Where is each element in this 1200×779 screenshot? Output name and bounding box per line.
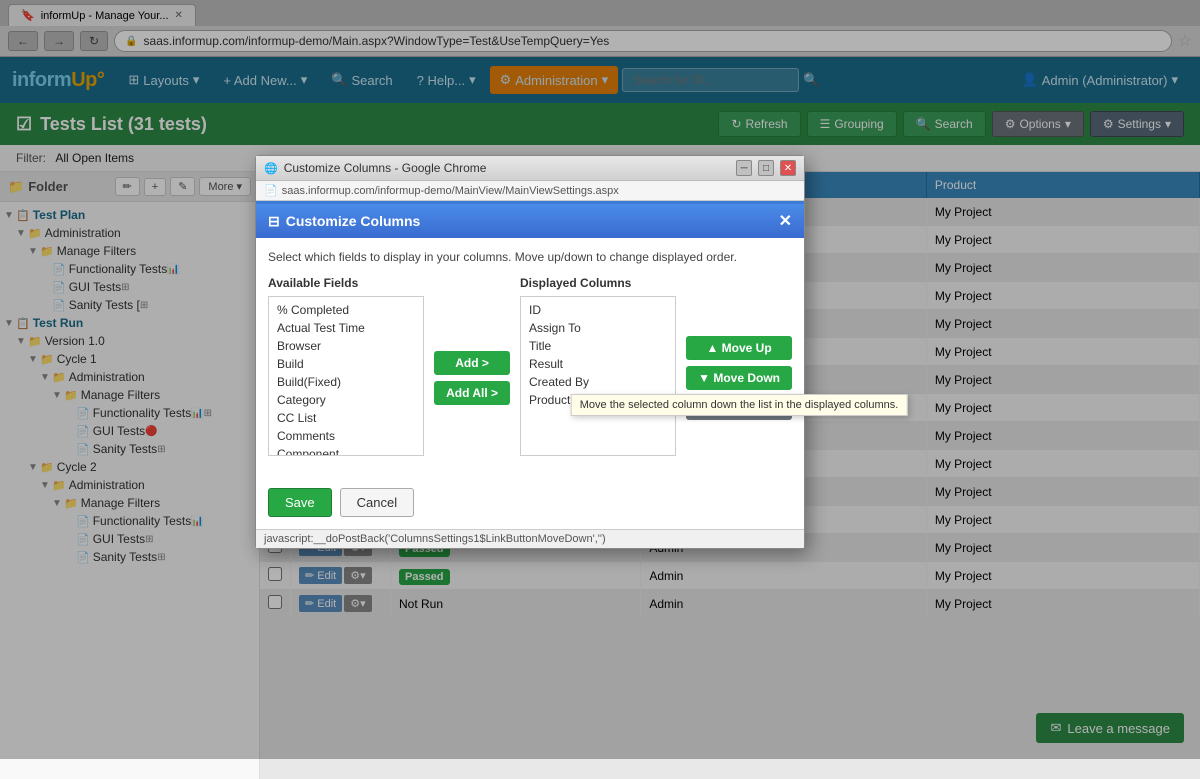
modal-close-chrome-btn[interactable]: ✕ xyxy=(780,160,796,176)
modal-overlay: 🌐 Customize Columns - Google Chrome ─ □ … xyxy=(0,0,1200,759)
available-fields-section: Available Fields % Completed Actual Test… xyxy=(268,276,424,456)
move-down-tooltip: Move the selected column down the list i… xyxy=(571,394,908,416)
customize-columns-modal: 🌐 Customize Columns - Google Chrome ─ □ … xyxy=(255,155,805,549)
modal-body: Select which fields to display in your c… xyxy=(256,238,804,480)
add-button[interactable]: Add > xyxy=(434,351,510,375)
modal-address-text: saas.informup.com/informup-demo/MainView… xyxy=(282,185,619,197)
displayed-columns-section: Displayed Columns ID Assign To Title Res… xyxy=(520,276,676,456)
displayed-columns-list[interactable]: ID Assign To Title Result Created By Pro… xyxy=(520,296,676,456)
modal-minimize-btn[interactable]: ─ xyxy=(736,160,752,176)
modal-statusbar: javascript:__doPostBack('ColumnsSettings… xyxy=(256,529,804,548)
dcol-id[interactable]: ID xyxy=(525,301,671,319)
move-down-button[interactable]: ▼ Move Down xyxy=(686,366,792,390)
modal-description: Select which fields to display in your c… xyxy=(268,250,792,264)
modal-header-icon: ⊟ xyxy=(268,213,280,230)
modal-address-bar: 📄 saas.informup.com/informup-demo/MainVi… xyxy=(256,181,804,201)
field-category[interactable]: Category xyxy=(273,391,419,409)
modal-browser-title: Customize Columns - Google Chrome xyxy=(284,161,730,175)
modal-maximize-btn[interactable]: □ xyxy=(758,160,774,176)
dcol-assign-to[interactable]: Assign To xyxy=(525,319,671,337)
field-comments[interactable]: Comments xyxy=(273,427,419,445)
modal-footer: Save Cancel xyxy=(256,480,804,529)
modal-browser-titlebar: 🌐 Customize Columns - Google Chrome ─ □ … xyxy=(256,156,804,181)
save-button[interactable]: Save xyxy=(268,488,332,517)
dcol-created-by[interactable]: Created By xyxy=(525,373,671,391)
dcol-title[interactable]: Title xyxy=(525,337,671,355)
available-fields-header: Available Fields xyxy=(268,276,424,290)
field-build[interactable]: Build xyxy=(273,355,419,373)
add-buttons: Add > Add All > xyxy=(434,276,510,456)
columns-layout: Available Fields % Completed Actual Test… xyxy=(268,276,792,456)
field-cc-list[interactable]: CC List xyxy=(273,409,419,427)
field-pct-completed[interactable]: % Completed xyxy=(273,301,419,319)
add-all-button[interactable]: Add All > xyxy=(434,381,510,405)
field-browser[interactable]: Browser xyxy=(273,337,419,355)
move-buttons: ▲ Move Up ▼ Move Down Move the selected … xyxy=(686,276,792,456)
modal-page-icon: 📄 xyxy=(264,184,278,197)
field-component[interactable]: Component xyxy=(273,445,419,456)
move-up-button[interactable]: ▲ Move Up xyxy=(686,336,792,360)
modal-close-button[interactable]: ✕ xyxy=(779,211,792,231)
field-build-fixed[interactable]: Build(Fixed) xyxy=(273,373,419,391)
cancel-button[interactable]: Cancel xyxy=(340,488,414,517)
available-fields-list[interactable]: % Completed Actual Test Time Browser Bui… xyxy=(268,296,424,456)
modal-title: Customize Columns xyxy=(286,213,779,229)
modal-browser-icon: 🌐 xyxy=(264,162,278,175)
displayed-columns-header: Displayed Columns xyxy=(520,276,676,290)
modal-content: ⊟ Customize Columns ✕ Select which field… xyxy=(256,201,804,529)
modal-header: ⊟ Customize Columns ✕ xyxy=(256,204,804,238)
dcol-result[interactable]: Result xyxy=(525,355,671,373)
field-actual-test-time[interactable]: Actual Test Time xyxy=(273,319,419,337)
